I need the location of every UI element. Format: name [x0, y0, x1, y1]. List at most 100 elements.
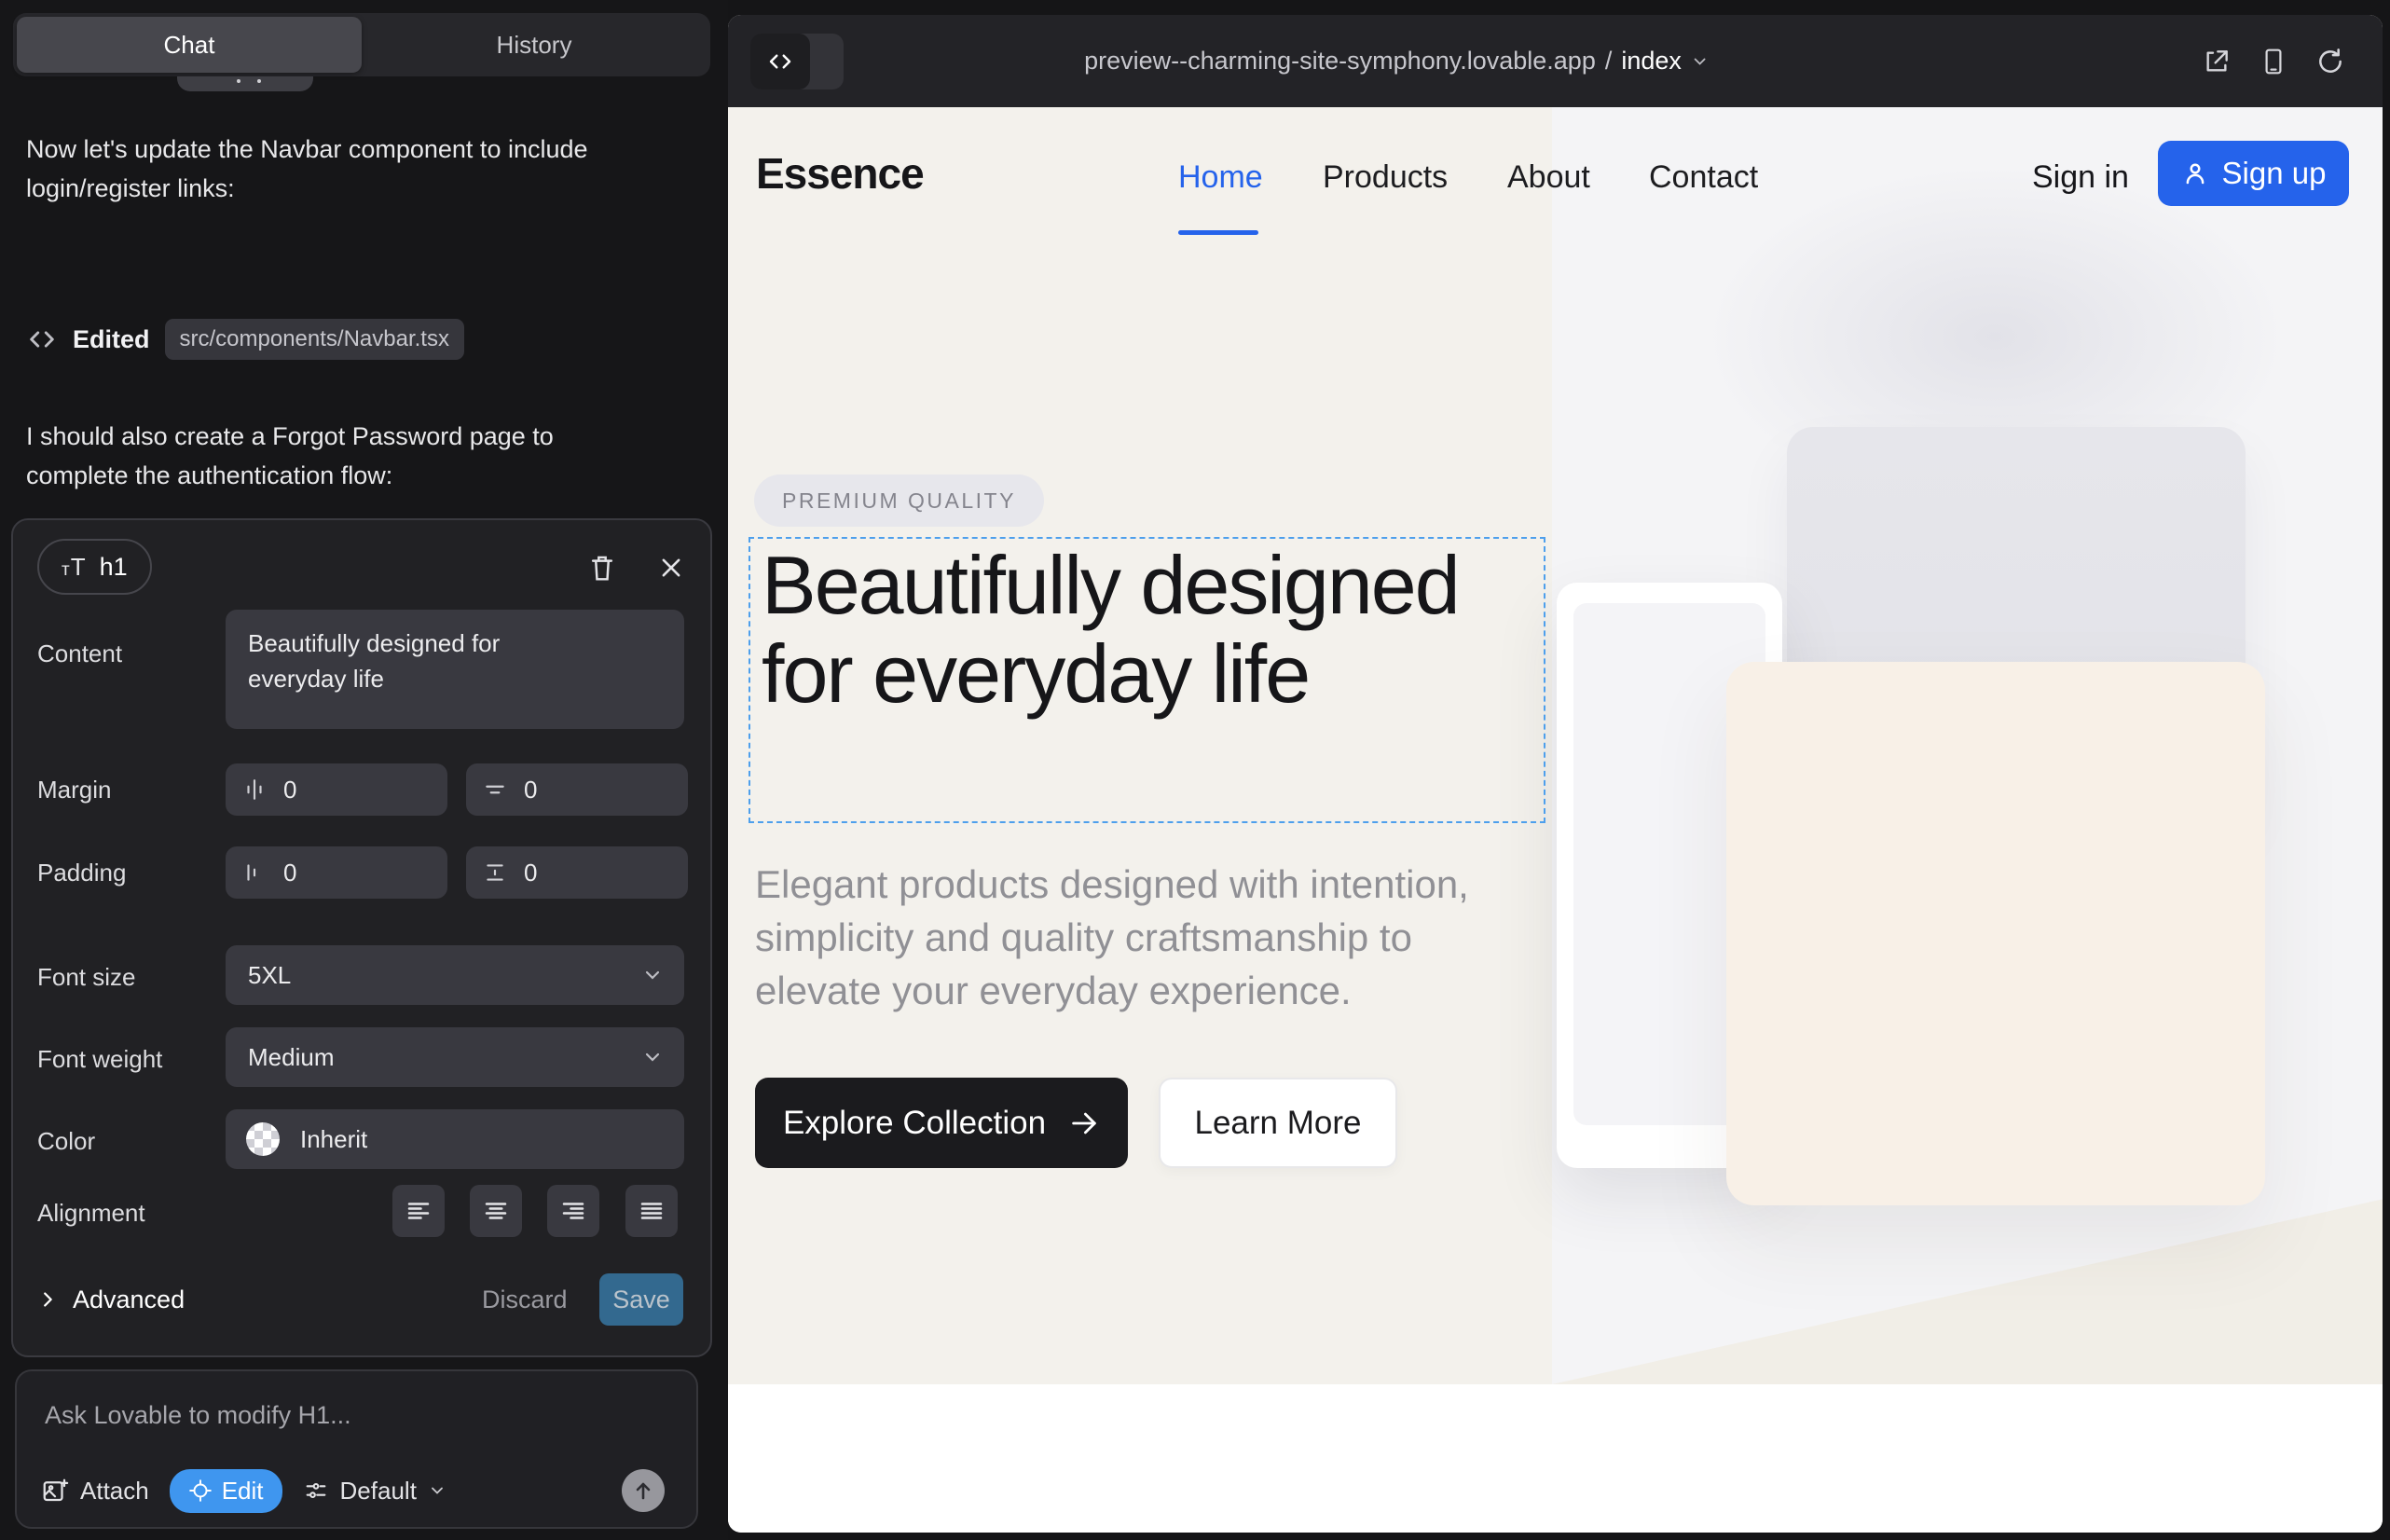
- send-button[interactable]: [622, 1469, 665, 1512]
- url-host: preview--charming-site-symphony.lovable.…: [1084, 47, 1596, 76]
- explore-collection-button[interactable]: Explore Collection: [755, 1078, 1128, 1168]
- font-size-label: Font size: [37, 963, 136, 992]
- smartphone-icon: [2260, 47, 2287, 76]
- browser-chrome: preview--charming-site-symphony.lovable.…: [728, 15, 2383, 107]
- save-button[interactable]: Save: [599, 1273, 683, 1326]
- delete-element-button[interactable]: [585, 551, 619, 584]
- chevron-down-icon: [428, 1481, 446, 1500]
- padding-y-input[interactable]: 0: [466, 846, 688, 899]
- align-center-button[interactable]: [470, 1185, 522, 1237]
- decor-card-cream: [1726, 662, 2265, 1205]
- nav-products[interactable]: Products: [1323, 159, 1448, 196]
- chevron-down-icon: [1691, 52, 1710, 71]
- refresh-icon: [2315, 47, 2345, 76]
- code-segment[interactable]: [750, 34, 810, 89]
- site-navbar: Essence Home Products About Contact Sign…: [728, 107, 2383, 247]
- code-preview-toggle[interactable]: [750, 34, 844, 89]
- hero-description: Elegant products designed with intention…: [755, 858, 1519, 1017]
- nav-about[interactable]: About: [1507, 159, 1590, 196]
- trash-icon: [588, 553, 616, 583]
- margin-horizontal-icon: [242, 777, 267, 802]
- align-right-button[interactable]: [547, 1185, 599, 1237]
- margin-label: Margin: [37, 776, 111, 804]
- external-link-icon: [2202, 47, 2232, 76]
- user-icon: [2181, 159, 2209, 187]
- chevron-right-icon: [37, 1289, 58, 1310]
- align-center-icon: [482, 1197, 510, 1225]
- preview-browser: preview--charming-site-symphony.lovable.…: [728, 15, 2383, 1533]
- padding-label: Padding: [37, 859, 126, 887]
- align-left-button[interactable]: [392, 1185, 445, 1237]
- open-in-new-tab-button[interactable]: [2202, 47, 2232, 76]
- h1-selection-outline[interactable]: Beautifully designed for everyday life: [749, 537, 1545, 823]
- sliders-icon: [303, 1478, 329, 1504]
- color-select[interactable]: Inherit: [226, 1109, 684, 1169]
- color-label: Color: [37, 1127, 95, 1156]
- align-justify-button[interactable]: [625, 1185, 678, 1237]
- content-input[interactable]: Beautifully designed for everyday life: [226, 610, 684, 729]
- code-icon: [26, 323, 58, 355]
- chat-message: I should also create a Forgot Password p…: [26, 418, 641, 496]
- url-bar[interactable]: preview--charming-site-symphony.lovable.…: [1084, 15, 1710, 107]
- site-logo[interactable]: Essence: [756, 148, 924, 199]
- edited-file-row: Edited src/components/Navbar.tsx: [26, 315, 464, 364]
- font-size-select[interactable]: 5XL: [226, 945, 684, 1005]
- sidebar-tabs: Chat History: [13, 13, 710, 76]
- signin-link[interactable]: Sign in: [2032, 159, 2129, 196]
- signup-button[interactable]: Sign up: [2158, 141, 2349, 206]
- hero-headline[interactable]: Beautifully designed for everyday life: [762, 541, 1507, 719]
- chevron-down-icon: [641, 1046, 664, 1068]
- alignment-label: Alignment: [37, 1199, 145, 1228]
- align-left-icon: [405, 1197, 433, 1225]
- code-icon: [766, 48, 794, 76]
- url-page: index: [1621, 47, 1682, 76]
- margin-y-input[interactable]: 0: [466, 763, 688, 816]
- padding-horizontal-icon: [242, 860, 267, 885]
- attach-button[interactable]: Attach: [41, 1477, 149, 1506]
- premium-badge: PREMIUM QUALITY: [754, 474, 1044, 527]
- arrow-right-icon: [1068, 1107, 1100, 1139]
- model-default-select[interactable]: Default: [303, 1477, 446, 1506]
- composer-placeholder: Ask Lovable to modify H1...: [45, 1401, 351, 1430]
- chat-sidebar: Chat History Now let's update the Navbar…: [0, 0, 728, 1540]
- discard-button[interactable]: Discard: [482, 1272, 568, 1327]
- font-weight-label: Font weight: [37, 1045, 162, 1074]
- edited-label: Edited: [73, 325, 150, 354]
- nav-home-underline: [1178, 230, 1258, 235]
- type-icon: тT: [62, 553, 87, 582]
- scrolled-chip-partial: [177, 76, 313, 91]
- margin-x-input[interactable]: 0: [226, 763, 447, 816]
- learn-more-button[interactable]: Learn More: [1159, 1078, 1397, 1168]
- content-label: Content: [37, 639, 122, 668]
- color-swatch: [246, 1122, 280, 1156]
- padding-x-input[interactable]: 0: [226, 846, 447, 899]
- nav-home[interactable]: Home: [1178, 159, 1263, 196]
- close-icon: [658, 555, 684, 581]
- close-panel-button[interactable]: [654, 551, 688, 584]
- align-justify-icon: [638, 1197, 666, 1225]
- chevron-down-icon: [641, 964, 664, 986]
- arrow-up-icon: [632, 1479, 654, 1502]
- edit-mode-button[interactable]: Edit: [170, 1469, 282, 1513]
- font-weight-select[interactable]: Medium: [226, 1027, 684, 1087]
- file-chip[interactable]: src/components/Navbar.tsx: [165, 319, 464, 360]
- advanced-toggle[interactable]: Advanced: [37, 1272, 185, 1327]
- element-tag: h1: [100, 553, 128, 582]
- margin-vertical-icon: [483, 777, 507, 802]
- target-icon: [188, 1478, 213, 1503]
- mobile-view-button[interactable]: [2260, 47, 2287, 76]
- element-editor-panel: тT h1 Content Beautifully designed for e…: [11, 518, 712, 1357]
- align-right-icon: [559, 1197, 587, 1225]
- refresh-button[interactable]: [2315, 47, 2345, 76]
- chat-composer[interactable]: Ask Lovable to modify H1... Attach Edit …: [15, 1369, 698, 1529]
- app-window: Chat History Now let's update the Navbar…: [0, 0, 2390, 1540]
- tab-chat[interactable]: Chat: [17, 17, 362, 73]
- padding-vertical-icon: [483, 860, 507, 885]
- nav-contact[interactable]: Contact: [1649, 159, 1758, 196]
- site-viewport: Essence Home Products About Contact Sign…: [728, 107, 2383, 1533]
- tab-history[interactable]: History: [362, 17, 707, 73]
- attach-image-icon: [41, 1477, 69, 1505]
- selected-element-chip: тT h1: [37, 539, 152, 595]
- hero-section: Essence Home Products About Contact Sign…: [728, 107, 2383, 1384]
- url-separator: /: [1605, 47, 1613, 76]
